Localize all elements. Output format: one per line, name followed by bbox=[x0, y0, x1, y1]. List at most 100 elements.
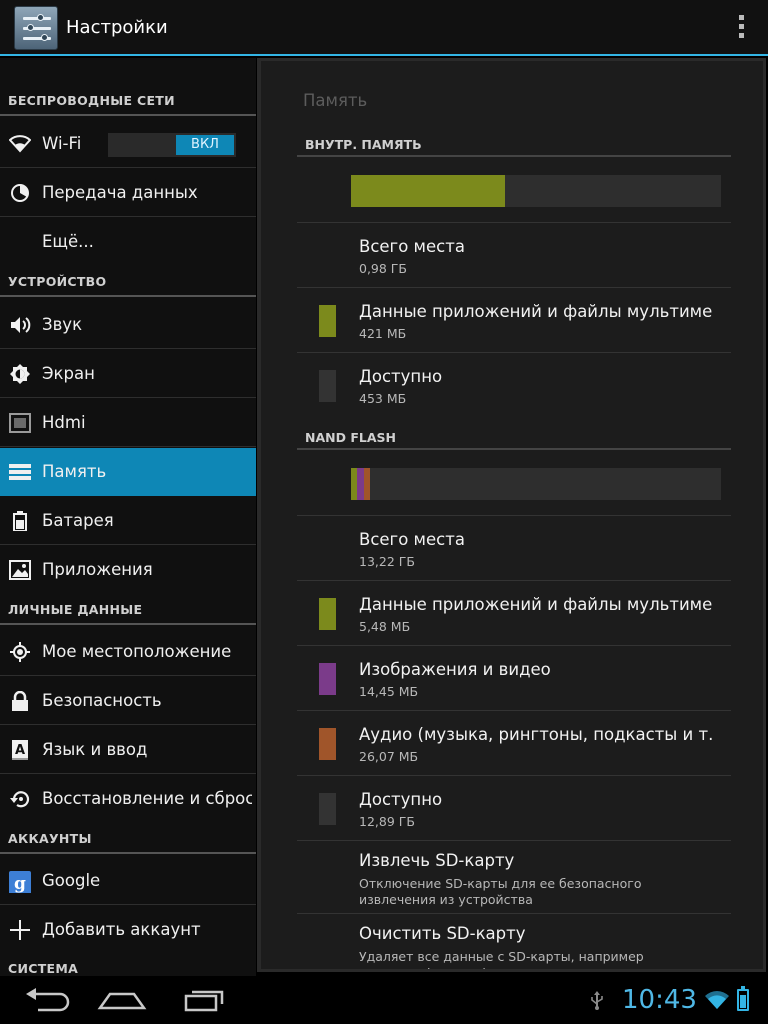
color-swatch bbox=[319, 305, 336, 337]
sidebar-item-more[interactable]: Ещё... bbox=[0, 218, 256, 266]
sidebar-item-security[interactable]: Безопасность bbox=[0, 677, 256, 725]
usb-icon bbox=[591, 991, 603, 1010]
color-swatch bbox=[319, 663, 336, 695]
system-bar: 10:43 bbox=[0, 976, 768, 1024]
plus-icon bbox=[10, 920, 30, 940]
row-title: Всего места bbox=[359, 530, 465, 549]
list-item[interactable]: Данные приложений и файлы мультимедиа 42… bbox=[261, 288, 763, 352]
usage-bar bbox=[351, 468, 721, 500]
status-clock: 10:43 bbox=[622, 985, 697, 1015]
back-icon[interactable] bbox=[20, 986, 80, 1014]
storage-panel: Память ВНУТР. ПАМЯТЬ Всего места 0,98 ГБ… bbox=[257, 58, 766, 972]
sidebar-item-label: Экран bbox=[42, 364, 95, 383]
action-description: Удаляет все данные с SD-карты, например … bbox=[359, 949, 644, 969]
overflow-menu-icon[interactable] bbox=[736, 15, 746, 41]
battery-icon bbox=[13, 511, 27, 531]
sidebar-item-label: Добавить аккаунт bbox=[42, 920, 201, 939]
color-swatch bbox=[319, 370, 336, 402]
row-title: Аудио (музыка, рингтоны, подкасты и т. п… bbox=[359, 725, 713, 744]
sidebar-item-location[interactable]: Мое местоположение bbox=[0, 628, 256, 676]
internal-usage-bar-row bbox=[261, 175, 763, 207]
sidebar-item-label: Ещё... bbox=[42, 232, 94, 251]
brightness-icon bbox=[10, 364, 30, 384]
svg-text:A: A bbox=[15, 743, 25, 758]
svg-text:g: g bbox=[14, 874, 26, 893]
erase-sd-button[interactable]: Очистить SD-карту Удаляет все данные с S… bbox=[261, 914, 763, 969]
sidebar-item-language[interactable]: A Язык и ввод bbox=[0, 726, 256, 774]
list-item[interactable]: Данные приложений и файлы мультимедиа 5,… bbox=[261, 581, 763, 645]
unmount-sd-button[interactable]: Извлечь SD-карту Отключение SD-карты для… bbox=[261, 841, 763, 913]
sidebar-item-backup-reset[interactable]: Восстановление и сброс bbox=[0, 775, 256, 823]
sidebar-item-label: Безопасность bbox=[42, 691, 162, 710]
sidebar-item-label: Восстановление и сброс bbox=[42, 789, 252, 808]
sidebar-item-sound[interactable]: Звук bbox=[0, 301, 256, 349]
list-item[interactable]: Доступно 453 МБ bbox=[261, 353, 763, 417]
sidebar-item-label: Язык и ввод bbox=[42, 740, 148, 759]
action-description: Отключение SD-карты для ее безопасного и… bbox=[359, 876, 642, 907]
row-value: 12,89 ГБ bbox=[359, 814, 415, 829]
apps-icon bbox=[9, 560, 31, 580]
sidebar-item-data-usage[interactable]: Передача данных bbox=[0, 169, 256, 217]
action-title: Извлечь SD-карту bbox=[359, 851, 515, 870]
wifi-icon bbox=[9, 135, 31, 153]
home-icon[interactable] bbox=[92, 986, 152, 1014]
row-value: 421 МБ bbox=[359, 326, 407, 341]
battery-status-icon bbox=[737, 986, 749, 1011]
speaker-icon bbox=[11, 317, 31, 333]
sidebar-item-label: Мое местоположение bbox=[42, 642, 232, 661]
recent-apps-icon[interactable] bbox=[172, 986, 232, 1014]
section-header-internal: ВНУТР. ПАМЯТЬ bbox=[297, 135, 731, 157]
row-title: Изображения и видео bbox=[359, 660, 551, 679]
sidebar-item-google[interactable]: g Google bbox=[0, 857, 256, 905]
sidebar-item-apps[interactable]: Приложения bbox=[0, 546, 256, 594]
sidebar-item-hdmi[interactable]: Hdmi bbox=[0, 399, 256, 447]
sidebar-item-wifi[interactable]: Wi-Fi ВКЛ bbox=[0, 120, 256, 168]
wifi-signal-icon bbox=[705, 991, 729, 1009]
section-header-device: УСТРОЙСТВО bbox=[0, 267, 256, 297]
sidebar-item-label: Hdmi bbox=[42, 413, 86, 432]
data-usage-icon bbox=[11, 184, 29, 202]
restore-icon bbox=[10, 791, 30, 808]
sidebar-item-add-account[interactable]: Добавить аккаунт bbox=[0, 906, 256, 954]
section-header-accounts: АККАУНТЫ bbox=[0, 824, 256, 854]
list-item[interactable]: Изображения и видео 14,45 МБ bbox=[261, 646, 763, 710]
list-item[interactable]: Аудио (музыка, рингтоны, подкасты и т. п… bbox=[261, 711, 763, 775]
color-swatch bbox=[319, 728, 336, 760]
settings-app-icon[interactable] bbox=[14, 6, 58, 50]
row-title: Доступно bbox=[359, 790, 443, 809]
color-swatch bbox=[319, 793, 336, 825]
sidebar-item-battery[interactable]: Батарея bbox=[0, 497, 256, 545]
color-swatch bbox=[319, 598, 336, 630]
usage-bar bbox=[351, 175, 721, 207]
sidebar-item-label: Память bbox=[42, 462, 107, 481]
google-icon: g bbox=[9, 871, 31, 893]
row-value: 453 МБ bbox=[359, 391, 407, 406]
row-title: Доступно bbox=[359, 367, 443, 386]
storage-icon bbox=[9, 464, 31, 480]
keyboard-icon: A bbox=[12, 740, 28, 760]
pane-title: Память bbox=[303, 91, 368, 110]
sidebar-item-label: Батарея bbox=[42, 511, 114, 530]
lock-icon bbox=[12, 691, 28, 711]
sidebar-item-label: Приложения bbox=[42, 560, 153, 579]
row-value: 13,22 ГБ bbox=[359, 554, 415, 569]
row-value: 5,48 МБ bbox=[359, 619, 411, 634]
sidebar-item-storage[interactable]: Память bbox=[0, 448, 256, 496]
row-value: 26,07 МБ bbox=[359, 749, 419, 764]
wifi-toggle[interactable]: ВКЛ bbox=[108, 133, 236, 157]
row-title: Данные приложений и файлы мультимедиа bbox=[359, 595, 713, 614]
sidebar-item-display[interactable]: Экран bbox=[0, 350, 256, 398]
sidebar-item-label: Передача данных bbox=[42, 183, 198, 202]
location-icon bbox=[10, 642, 30, 662]
settings-list: БЕСПРОВОДНЫЕ СЕТИ Wi-Fi ВКЛ Передача дан… bbox=[0, 58, 256, 976]
sidebar-item-label: Звук bbox=[42, 315, 83, 334]
section-header-personal: ЛИЧНЫЕ ДАННЫЕ bbox=[0, 595, 256, 625]
action-bar: Настройки bbox=[0, 0, 768, 56]
row-value: 0,98 ГБ bbox=[359, 261, 408, 276]
section-header-nand: NAND FLASH bbox=[297, 428, 731, 450]
list-item[interactable]: Доступно 12,89 ГБ bbox=[261, 776, 763, 840]
section-header-wireless: БЕСПРОВОДНЫЕ СЕТИ bbox=[0, 86, 256, 116]
battery-level-fill bbox=[740, 995, 746, 1008]
section-header-system: СИСТЕМА bbox=[0, 954, 256, 976]
row-title: Всего места bbox=[359, 237, 465, 256]
